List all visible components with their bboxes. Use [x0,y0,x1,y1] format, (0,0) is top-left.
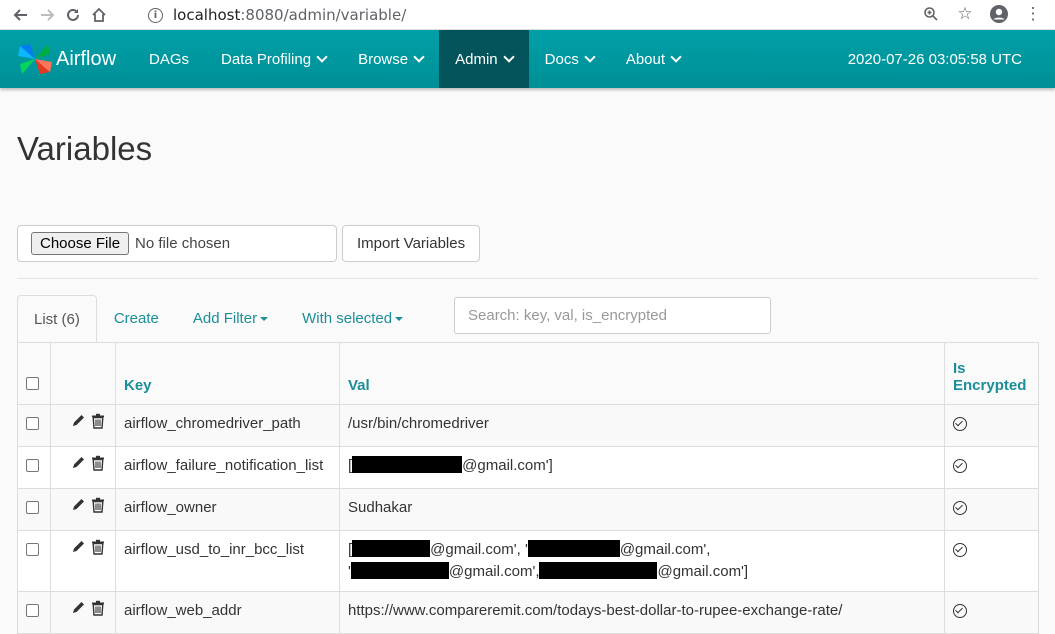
row-val: [@gmail.com'] [339,446,945,489]
is-encrypted-header[interactable]: Is Encrypted [944,342,1039,405]
row-checkbox[interactable] [26,604,39,617]
bookmark-star-icon[interactable]: ☆ [953,2,977,26]
list-tabs: List (6) Create Add Filter With selected… [17,295,1038,342]
variables-table: Key Val Is Encrypted airflow_chromedriver… [17,342,1039,634]
table-row: airflow_chromedriver_path /usr/bin/chrom… [17,404,1039,447]
main-navbar: Airflow DAGs Data Profiling Browse Admin… [0,30,1055,88]
delete-trash-icon[interactable] [91,455,105,478]
check-circle-icon [953,604,967,618]
airflow-brand[interactable]: Airflow [16,40,116,78]
brand-name: Airflow [56,47,117,70]
address-bar[interactable]: i localhost:8080/admin/variable/ [136,1,946,29]
zoom-icon[interactable] [919,2,943,26]
row-key: airflow_chromedriver_path [115,404,340,447]
info-icon[interactable]: i [148,7,163,23]
caret-down-icon [260,316,269,321]
table-row: airflow_failure_notification_list [@gmai… [17,446,1039,489]
nav-about[interactable]: About [610,30,696,88]
chevron-down-icon [413,50,425,63]
import-variables-button[interactable]: Import Variables [342,225,481,262]
edit-pencil-icon[interactable] [71,497,86,520]
delete-trash-icon[interactable] [91,600,105,623]
chevron-down-icon [502,50,515,63]
val-header[interactable]: Val [339,342,945,405]
menu-kebab-icon[interactable]: ⋮ [1021,2,1045,26]
airflow-logo-icon [18,44,52,74]
tab-list[interactable]: List (6) [17,295,97,342]
edit-pencil-icon[interactable] [71,413,86,436]
with-selected-dropdown[interactable]: With selected [285,295,420,342]
chevron-down-icon [670,50,682,63]
row-val: [@gmail.com', ' @gmail.com', ' @gmail.com',… [339,530,945,592]
reload-icon[interactable] [60,2,86,28]
search-input[interactable]: Search: key, val, is_encrypted [454,297,771,334]
choose-file-button[interactable]: Choose File [31,232,130,255]
nav-browse[interactable]: Browse [342,30,439,88]
home-icon[interactable] [86,2,112,28]
table-row: airflow_web_addr https://www.compareremi… [17,591,1039,634]
check-circle-icon [953,543,967,557]
actions-header [50,342,116,405]
key-header[interactable]: Key [115,342,340,405]
row-val: Sudhakar [339,488,945,531]
redacted-block [352,456,463,473]
edit-pencil-icon[interactable] [71,455,86,478]
check-circle-icon [953,501,967,515]
back-arrow-icon[interactable] [8,2,34,28]
check-circle-icon [953,417,967,431]
delete-trash-icon[interactable] [91,413,105,436]
row-checkbox[interactable] [26,501,39,514]
divider [17,278,1038,279]
no-file-label: No file chosen [135,235,231,252]
nav-docs[interactable]: Docs [529,30,610,88]
table-row: airflow_owner Sudhakar [17,488,1039,531]
nav-dags[interactable]: DAGs [133,30,205,88]
row-checkbox[interactable] [26,459,39,472]
chevron-down-icon [584,50,596,63]
nav-admin[interactable]: Admin [439,30,529,88]
row-key: airflow_failure_notification_list [115,446,340,489]
file-input[interactable]: Choose File No file chosen [17,225,337,262]
redacted-block [352,540,431,557]
profile-icon[interactable] [987,2,1011,26]
row-checkbox[interactable] [26,543,39,556]
table-row: airflow_usd_to_inr_bcc_list [@gmail.com'… [17,530,1039,592]
row-key: airflow_web_addr [115,591,340,634]
page-title: Variables [17,130,153,167]
caret-down-icon [395,316,404,321]
check-circle-icon [953,459,967,473]
row-key: airflow_usd_to_inr_bcc_list [115,530,340,592]
browser-toolbar: i localhost:8080/admin/variable/ ☆ ⋮ [0,0,1055,30]
row-val: https://www.compareremit.com/todays-best… [339,591,945,634]
url-host: localhost [173,6,241,24]
row-key: airflow_owner [115,488,340,531]
edit-pencil-icon[interactable] [71,600,86,623]
delete-trash-icon[interactable] [91,497,105,520]
server-clock: 2020-07-26 03:05:58 UTC [847,50,1022,68]
tab-create[interactable]: Create [97,295,176,342]
nav-data-profiling[interactable]: Data Profiling [205,30,342,88]
chevron-down-icon [316,50,328,63]
select-all-cell [17,342,51,405]
row-checkbox[interactable] [26,417,39,430]
redacted-block [539,562,658,579]
delete-trash-icon[interactable] [91,539,105,562]
forward-arrow-icon[interactable] [34,2,60,28]
redacted-block [527,540,620,557]
select-all-checkbox[interactable] [26,377,39,390]
row-val: /usr/bin/chromedriver [339,404,945,447]
url-path: :8080/admin/variable/ [240,6,407,24]
add-filter-dropdown[interactable]: Add Filter [176,295,285,342]
edit-pencil-icon[interactable] [71,539,86,562]
redacted-block [350,562,449,579]
